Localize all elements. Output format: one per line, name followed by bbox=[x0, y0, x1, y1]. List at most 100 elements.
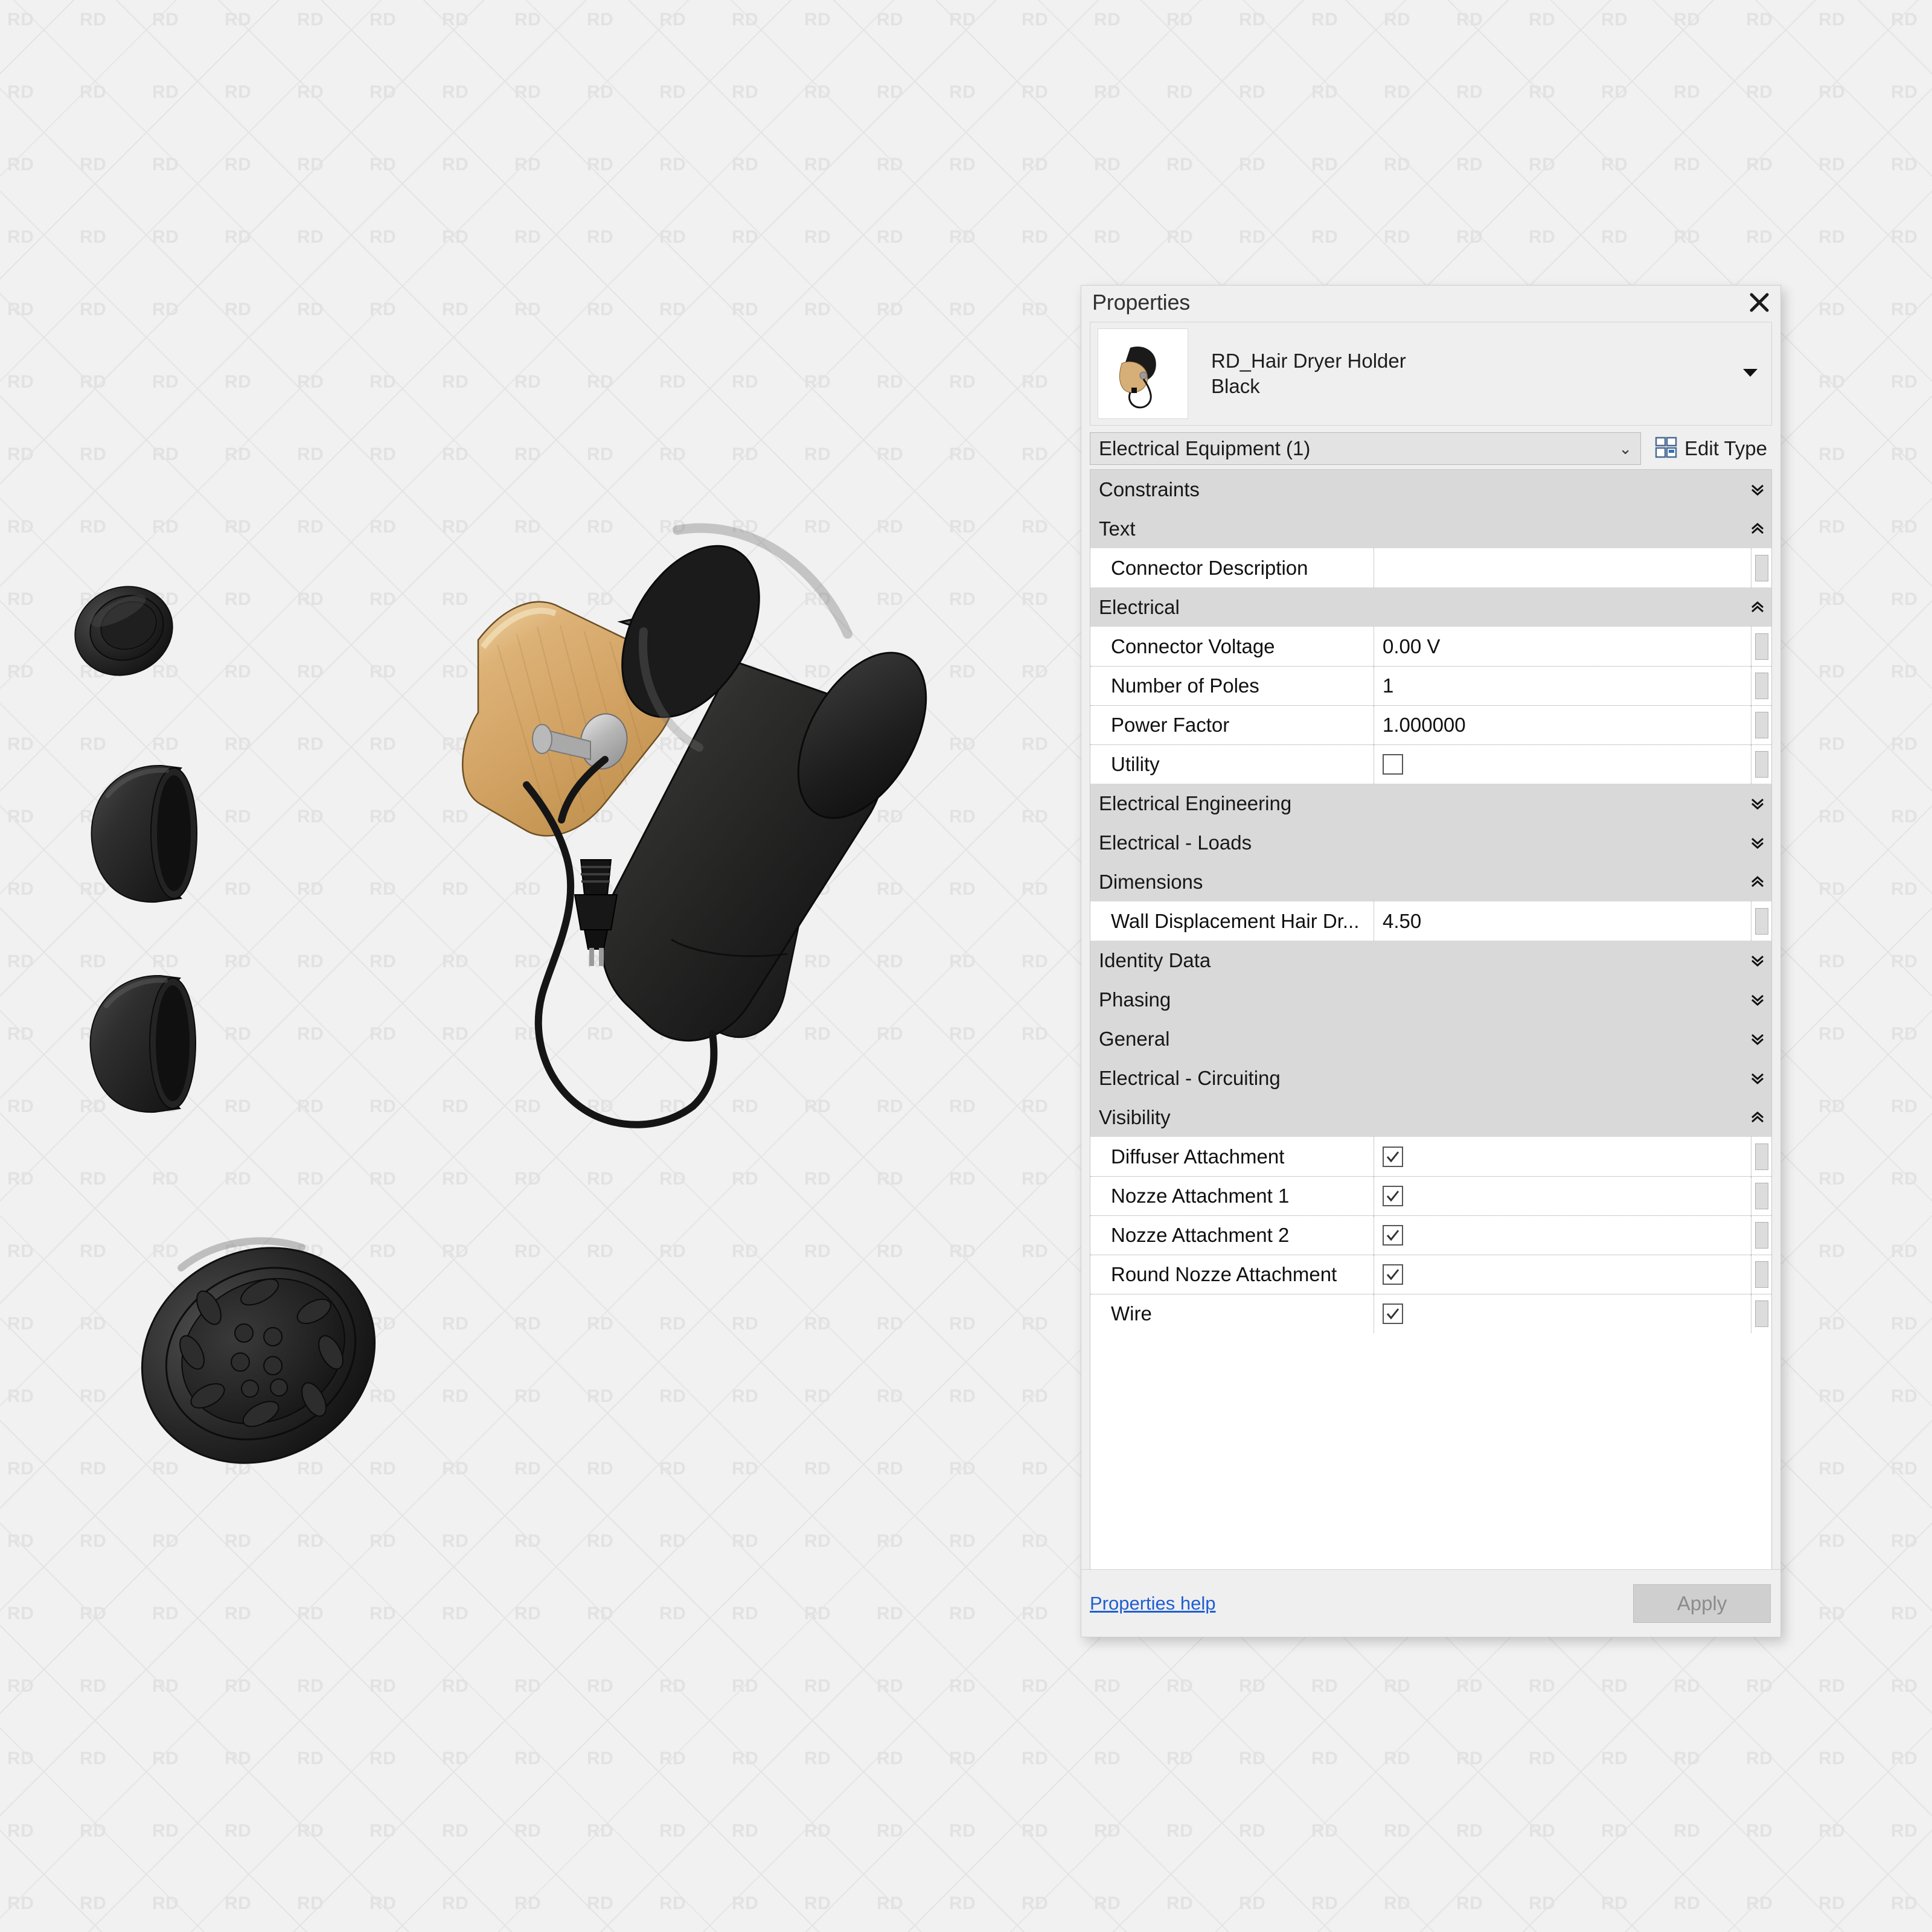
type-preview-box[interactable]: RD_Hair Dryer Holder Black bbox=[1090, 322, 1772, 426]
property-associate-button[interactable] bbox=[1751, 745, 1771, 784]
property-group-header[interactable]: Electrical - Loads bbox=[1090, 823, 1771, 862]
property-group-label: Visibility bbox=[1099, 1105, 1171, 1128]
property-group-label: Electrical - Loads bbox=[1099, 831, 1252, 854]
property-value[interactable] bbox=[1374, 1255, 1751, 1294]
properties-help-link[interactable]: Properties help bbox=[1090, 1593, 1216, 1614]
chevron-down-icon[interactable] bbox=[1744, 784, 1771, 823]
property-row[interactable]: Round Nozze Attachment bbox=[1090, 1255, 1771, 1294]
property-row[interactable]: Wire bbox=[1090, 1294, 1771, 1333]
panel-footer: Properties help Apply bbox=[1081, 1569, 1780, 1637]
property-label: Round Nozze Attachment bbox=[1090, 1255, 1374, 1294]
property-row[interactable]: Connector Description bbox=[1090, 548, 1771, 587]
chevron-down-icon[interactable] bbox=[1744, 470, 1771, 509]
property-group-label: General bbox=[1099, 1027, 1170, 1050]
property-value[interactable] bbox=[1374, 745, 1751, 784]
property-value[interactable] bbox=[1374, 1177, 1751, 1215]
checkbox-checked[interactable] bbox=[1383, 1225, 1403, 1246]
property-group-header[interactable]: Electrical - Circuiting bbox=[1090, 1058, 1771, 1098]
panel-title: Properties bbox=[1092, 290, 1191, 315]
checkbox-checked[interactable] bbox=[1383, 1264, 1403, 1285]
chevron-down-icon[interactable] bbox=[1744, 1019, 1771, 1058]
property-group-header[interactable]: Visibility bbox=[1090, 1098, 1771, 1137]
part-nozzle-attachment-2 bbox=[89, 974, 196, 1113]
property-group-header[interactable]: Electrical Engineering bbox=[1090, 784, 1771, 823]
property-row[interactable]: Diffuser Attachment bbox=[1090, 1137, 1771, 1176]
family-selector-row[interactable]: Electrical Equipment (1) ⌄ Edit Type bbox=[1090, 432, 1772, 465]
exploded-model-render bbox=[74, 523, 927, 1464]
property-row[interactable]: Number of Poles 1 bbox=[1090, 666, 1771, 705]
property-group-header[interactable]: Constraints bbox=[1090, 470, 1771, 509]
chevron-up-icon[interactable] bbox=[1744, 1098, 1771, 1137]
property-associate-button[interactable] bbox=[1751, 1294, 1771, 1333]
type-labels: RD_Hair Dryer Holder Black bbox=[1211, 350, 1406, 398]
model-viewport[interactable] bbox=[0, 0, 1063, 1932]
property-group-header[interactable]: General bbox=[1090, 1019, 1771, 1058]
property-value[interactable]: 0.00 V bbox=[1374, 627, 1751, 666]
part-round-nozzle-attachment bbox=[74, 586, 173, 676]
property-row[interactable]: Nozze Attachment 2 bbox=[1090, 1215, 1771, 1255]
property-label: Wall Displacement Hair Dr... bbox=[1090, 901, 1374, 941]
property-associate-button[interactable] bbox=[1751, 1255, 1771, 1294]
property-associate-button[interactable] bbox=[1751, 1177, 1771, 1215]
property-group-label: Constraints bbox=[1099, 478, 1200, 501]
checkbox-checked[interactable] bbox=[1383, 1146, 1403, 1167]
property-row[interactable]: Connector Voltage 0.00 V bbox=[1090, 627, 1771, 666]
property-group-header[interactable]: Identity Data bbox=[1090, 941, 1771, 980]
edit-type-button[interactable]: Edit Type bbox=[1649, 432, 1772, 465]
property-value[interactable] bbox=[1374, 1137, 1751, 1176]
checkbox-unchecked[interactable] bbox=[1383, 754, 1403, 775]
checkbox-checked[interactable] bbox=[1383, 1186, 1403, 1206]
property-value[interactable]: 1 bbox=[1374, 667, 1751, 705]
property-associate-button[interactable] bbox=[1751, 548, 1771, 587]
property-label: Connector Description bbox=[1090, 548, 1374, 587]
property-label: Wire bbox=[1090, 1294, 1374, 1333]
property-label: Utility bbox=[1090, 745, 1374, 784]
close-icon[interactable] bbox=[1743, 289, 1776, 316]
property-label: Diffuser Attachment bbox=[1090, 1137, 1374, 1176]
property-group-label: Electrical - Circuiting bbox=[1099, 1066, 1281, 1089]
property-row[interactable]: Nozze Attachment 1 bbox=[1090, 1176, 1771, 1215]
chevron-down-icon[interactable] bbox=[1744, 823, 1771, 862]
property-associate-button[interactable] bbox=[1751, 1216, 1771, 1255]
property-label: Nozze Attachment 2 bbox=[1090, 1216, 1374, 1255]
panel-titlebar[interactable]: Properties bbox=[1081, 286, 1780, 319]
property-value[interactable] bbox=[1374, 1216, 1751, 1255]
type-name: Black bbox=[1211, 375, 1260, 397]
chevron-down-icon[interactable] bbox=[1744, 980, 1771, 1019]
property-group-header[interactable]: Text bbox=[1090, 509, 1771, 548]
apply-button[interactable]: Apply bbox=[1633, 1584, 1771, 1623]
property-associate-button[interactable] bbox=[1751, 667, 1771, 705]
property-group-header[interactable]: Electrical bbox=[1090, 587, 1771, 627]
family-type-select[interactable]: Electrical Equipment (1) ⌄ bbox=[1090, 432, 1642, 465]
chevron-up-icon[interactable] bbox=[1744, 587, 1771, 627]
property-group-label: Text bbox=[1099, 517, 1136, 540]
chevron-down-icon[interactable] bbox=[1744, 1058, 1771, 1098]
property-label: Connector Voltage bbox=[1090, 627, 1374, 666]
chevron-down-icon[interactable] bbox=[1741, 366, 1759, 382]
property-group-header[interactable]: Phasing bbox=[1090, 980, 1771, 1019]
chevron-up-icon[interactable] bbox=[1744, 509, 1771, 548]
checkbox-checked[interactable] bbox=[1383, 1303, 1403, 1324]
property-label: Nozze Attachment 1 bbox=[1090, 1177, 1374, 1215]
property-associate-button[interactable] bbox=[1751, 706, 1771, 744]
type-thumbnail bbox=[1098, 328, 1188, 419]
property-value[interactable] bbox=[1374, 548, 1751, 587]
property-value[interactable]: 4.50 bbox=[1374, 901, 1751, 941]
family-select-value: Electrical Equipment (1) bbox=[1099, 437, 1311, 459]
property-associate-button[interactable] bbox=[1751, 1137, 1771, 1176]
property-associate-button[interactable] bbox=[1751, 627, 1771, 666]
property-value[interactable] bbox=[1374, 1294, 1751, 1333]
part-nozzle-attachment-1 bbox=[91, 764, 197, 903]
chevron-down-icon[interactable] bbox=[1744, 941, 1771, 980]
property-rows[interactable]: Constraints Text Connector Description Elec… bbox=[1090, 469, 1772, 1569]
property-row[interactable]: Power Factor 1.000000 bbox=[1090, 705, 1771, 744]
property-associate-button[interactable] bbox=[1751, 901, 1771, 941]
chevron-up-icon[interactable] bbox=[1744, 862, 1771, 901]
part-diffuser-attachment bbox=[141, 1237, 376, 1464]
property-row[interactable]: Utility bbox=[1090, 744, 1771, 784]
property-row[interactable]: Wall Displacement Hair Dr... 4.50 bbox=[1090, 901, 1771, 941]
property-group-header[interactable]: Dimensions bbox=[1090, 862, 1771, 901]
property-value[interactable]: 1.000000 bbox=[1374, 706, 1751, 744]
properties-palette[interactable]: Properties RD_Hair Dryer Holder Black El… bbox=[1081, 285, 1781, 1637]
property-group-label: Electrical Engineering bbox=[1099, 792, 1292, 814]
